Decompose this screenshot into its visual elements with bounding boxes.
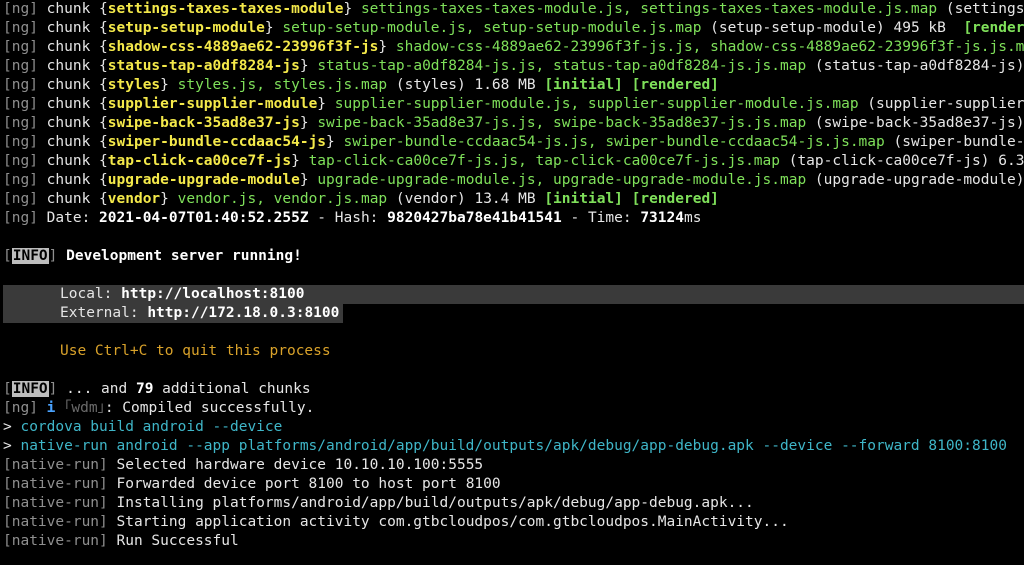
- chunk-line: [ng] chunk {supplier-supplier-module} su…: [3, 96, 1024, 112]
- chunk-line: [ng] chunk {setup-setup-module} setup-se…: [3, 20, 1024, 36]
- local-url-link: http://localhost:8100: [121, 286, 305, 302]
- command-line: > native-run android --app platforms/and…: [3, 438, 1007, 454]
- additional-chunks-line: [INFO] ... and 79 additional chunks: [3, 381, 311, 397]
- chunk-line: [ng] chunk {shadow-css-4889ae62-23996f3f…: [3, 39, 1024, 55]
- chunk-line: [ng] chunk {styles} styles.js, styles.js…: [3, 77, 719, 93]
- chunk-line: [ng] chunk {upgrade-upgrade-module} upgr…: [3, 172, 1024, 188]
- native-run-line: [native-run] Installing platforms/androi…: [3, 495, 754, 511]
- info-badge: INFO: [11, 248, 49, 264]
- native-run-line: [native-run] Selected hardware device 10…: [3, 457, 484, 473]
- command-line: > cordova build android --device: [3, 419, 283, 435]
- info-icon: i: [46, 400, 56, 416]
- chunk-line: [ng] chunk {swipe-back-35ad8e37-js} swip…: [3, 115, 1024, 131]
- server-running-line: [INFO] Development server running!: [3, 248, 302, 264]
- compiled-line: [ng] i ｢wdm｣: Compiled successfully.: [3, 400, 315, 416]
- chunk-line: [ng] chunk {swiper-bundle-ccdaac54-js} s…: [3, 134, 1024, 150]
- native-run-line: [native-run] Run Successful: [3, 533, 239, 549]
- local-url-line[interactable]: Local: http://localhost:8100: [0, 285, 1024, 304]
- build-summary-line: [ng] Date: 2021-04-07T01:40:52.255Z - Ha…: [3, 210, 702, 226]
- native-run-line: [native-run] Forwarded device port 8100 …: [3, 476, 501, 492]
- info-badge: INFO: [11, 381, 49, 397]
- quit-hint-line: Use Ctrl+C to quit this process: [60, 343, 331, 359]
- chunk-line: [ng] chunk {settings-taxes-taxes-module}…: [3, 1, 1024, 17]
- external-url-line[interactable]: External: http://172.18.0.3:8100: [0, 304, 1024, 323]
- chunk-line: [ng] chunk {vendor} vendor.js, vendor.js…: [3, 191, 719, 207]
- chunk-line: [ng] chunk {status-tap-a0df8284-js} stat…: [3, 58, 1024, 74]
- native-run-line: [native-run] Starting application activi…: [3, 514, 789, 530]
- external-url-link: http://172.18.0.3:8100: [147, 305, 340, 321]
- chunk-line: [ng] chunk {tap-click-ca00ce7f-js} tap-c…: [3, 153, 1024, 169]
- terminal-output[interactable]: [ng] chunk {settings-taxes-taxes-module}…: [0, 0, 1024, 565]
